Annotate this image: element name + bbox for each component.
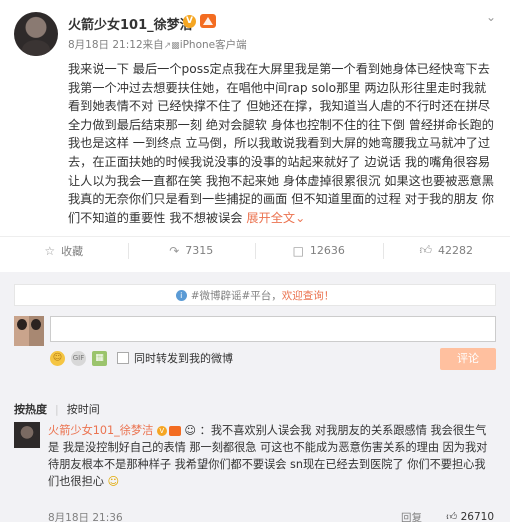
my-avatar[interactable]	[14, 316, 44, 346]
vip-crown-icon[interactable]	[168, 426, 181, 436]
submit-comment-button[interactable]: 评论	[440, 348, 496, 370]
notice-text: #微博辟谣#平台，	[190, 289, 282, 302]
expand-link[interactable]: 展开全文⌄	[246, 211, 305, 225]
collect-button[interactable]: ☆ 收藏	[0, 237, 128, 264]
comment-like-count: 26710	[460, 511, 494, 522]
comment-tools: ☺ GIF ▦ 同时转发到我的微博	[50, 350, 233, 366]
notice-link[interactable]: 欢迎查询！	[282, 288, 335, 303]
thumbs-up-icon: 👍︎	[446, 511, 458, 522]
verified-icon: V	[183, 15, 196, 28]
sync-label[interactable]: 同时转发到我的微博	[134, 350, 233, 366]
like-button[interactable]: 👍︎ 42282	[382, 237, 510, 264]
like-count: 42282	[438, 244, 474, 257]
emoji-icon[interactable]: ☺	[50, 350, 65, 366]
emoji-icon: ☺	[184, 424, 197, 437]
expand-label: 展开全文	[246, 210, 296, 225]
forward-button[interactable]: ↷ 7315	[127, 237, 256, 264]
comment-footer: 8月18日 21:36 回复 👍︎ 26710	[48, 510, 494, 522]
device-label[interactable]: iPhone客户端	[180, 39, 247, 51]
comment-icon: □	[292, 243, 304, 258]
rumor-notice: i #微博辟谣#平台， 欢迎查询！	[14, 284, 496, 306]
post-meta: 8月18日 21:12来自↗▩iPhone客户端	[68, 37, 247, 52]
sync-checkbox[interactable]	[117, 352, 129, 364]
collect-label: 收藏	[61, 244, 84, 258]
comment-button[interactable]: □ 12636	[255, 237, 383, 264]
sort-divider: |	[55, 402, 59, 416]
emoji-icon: ☺	[107, 475, 120, 488]
reply-button[interactable]: 回复	[401, 510, 422, 522]
weibo-post: 火箭少女101_徐梦洁 V ⌄ 8月18日 21:12来自↗▩iPhone客户端…	[0, 0, 510, 264]
sort-bar: 按热度 | 按时间	[0, 400, 510, 418]
chevron-down-icon[interactable]: ⌄	[486, 10, 496, 24]
sort-time-tab[interactable]: 按时间	[67, 401, 100, 417]
comment-area: i #微博辟谣#平台， 欢迎查询！ ☺ GIF ▦ 同时转发到我的微博 评论 按…	[0, 272, 510, 522]
comment-like-button[interactable]: 👍︎ 26710	[446, 510, 494, 522]
author-avatar[interactable]	[14, 12, 58, 56]
comment-time: 8月18日 21:36	[48, 512, 123, 522]
thumbs-up-icon: 👍︎	[419, 243, 433, 257]
commenter-avatar[interactable]	[14, 422, 40, 448]
info-icon: i	[175, 289, 187, 301]
sort-hot-tab[interactable]: 按热度	[14, 401, 47, 417]
post-text: 我来说一下 最后一个poss定点我在大屏里我是第一个看到她身体已经快弯下去 我第…	[68, 62, 494, 225]
forward-icon: ↷	[169, 243, 180, 258]
verified-icon: V	[156, 426, 167, 436]
image-icon[interactable]: ▦	[92, 350, 107, 366]
post-action-bar: ☆ 收藏 ↷ 7315 □ 12636 👍︎ 42282	[0, 236, 510, 264]
comment-count: 12636	[309, 244, 345, 257]
forward-count: 7315	[185, 244, 214, 257]
post-time[interactable]: 8月18日 21:12来自	[68, 39, 164, 51]
comment-text-block: 火箭少女101_徐梦洁 V ☺ ：我不喜欢别人误会我 对我朋友的关系跟感情 我会…	[48, 422, 494, 490]
post-content: 我来说一下 最后一个poss定点我在大屏里我是第一个看到她身体已经快弯下去 我第…	[68, 60, 498, 227]
gif-icon[interactable]: GIF	[71, 350, 86, 366]
star-icon: ☆	[44, 243, 56, 258]
author-name[interactable]: 火箭少女101_徐梦洁	[68, 14, 193, 33]
commenter-name[interactable]: 火箭少女101_徐梦洁	[48, 424, 153, 437]
vip-crown-icon[interactable]	[200, 14, 216, 28]
source-icon: ↗▩	[163, 41, 180, 51]
comment-input[interactable]	[50, 316, 496, 342]
